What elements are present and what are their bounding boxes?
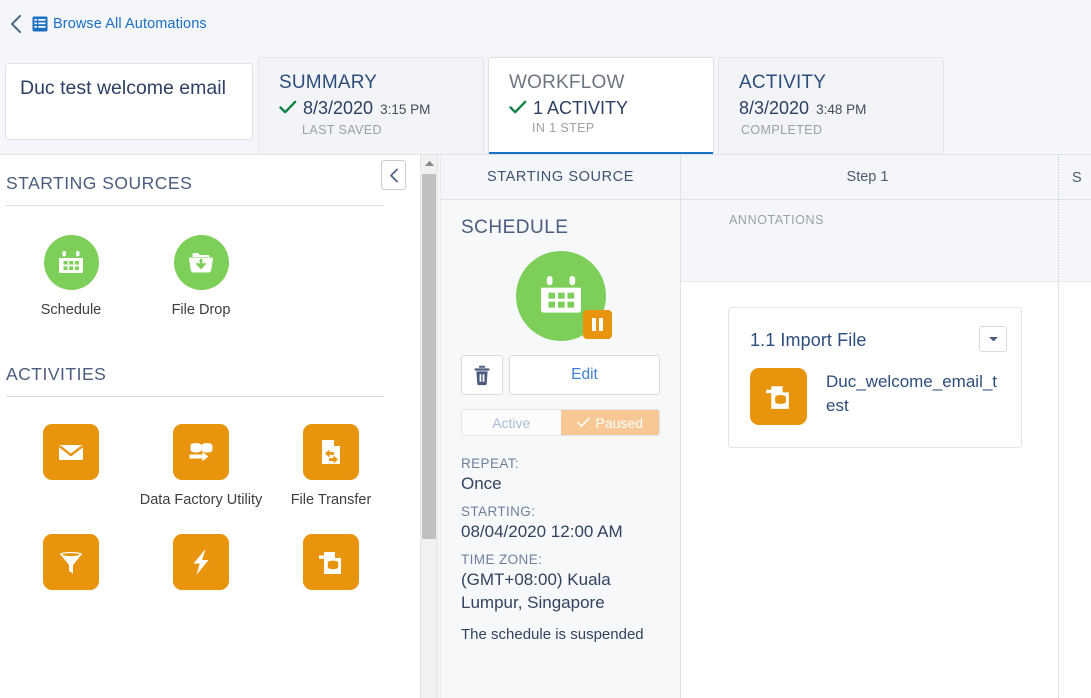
palette-tile-label: File Transfer	[290, 492, 372, 508]
lightning-icon	[173, 534, 229, 590]
tab-workflow-count: 1 ACTIVITY	[533, 98, 629, 118]
schedule-heading: SCHEDULE	[461, 217, 569, 238]
status-toggle-active[interactable]: Active	[462, 410, 561, 435]
breadcrumb: Browse All Automations	[0, 0, 1091, 47]
activity-card-name: Duc_welcome_email_test	[826, 372, 998, 415]
collapse-panel-button[interactable]	[381, 160, 406, 190]
time-zone-label: TIME ZONE:	[461, 552, 543, 567]
schedule-status-toggle: Active Paused	[461, 409, 660, 436]
schedule-actions: Edit	[461, 355, 660, 395]
activities-grid-row-1: Data Factory Utility File Transfer	[0, 424, 420, 510]
repeat-value: Once	[461, 474, 502, 493]
delete-schedule-button[interactable]	[461, 355, 503, 395]
file-drop-icon	[173, 235, 229, 290]
data-factory-icon	[173, 424, 229, 480]
caret-up-icon[interactable]	[421, 155, 437, 172]
starting-sources-header: STARTING SOURCES	[0, 155, 420, 206]
file-transfer-icon	[303, 424, 359, 480]
starting-source-panel: STARTING SOURCE SCHEDULE Edit Active Pau…	[440, 155, 681, 698]
tab-summary-subtitle: LAST SAVED	[302, 123, 382, 137]
starting-sources-grid: Schedule File Drop	[0, 235, 420, 320]
annotations-label: ANNOTATIONS	[729, 213, 825, 227]
browse-all-automations-link[interactable]: Browse All Automations	[53, 16, 207, 32]
step-2-header: S	[1072, 170, 1082, 186]
divider	[6, 396, 384, 397]
trash-icon	[474, 365, 490, 385]
chevron-down-icon	[988, 337, 998, 342]
palette-tile-filter[interactable]	[6, 534, 136, 601]
tab-activity[interactable]: ACTIVITY 8/3/2020 3:48 PM COMPLETED	[718, 57, 944, 154]
starting-value: 08/04/2020 12:00 AM	[461, 522, 623, 541]
back-chevron-icon[interactable]	[6, 13, 24, 35]
calendar-icon	[515, 251, 612, 341]
activity-card-title: 1.1 Import File	[750, 330, 867, 350]
activity-card-menu-button[interactable]	[979, 326, 1007, 352]
schedule-suspended-note: The schedule is suspended	[461, 626, 644, 643]
tab-activity-time: 3:48 PM	[816, 102, 867, 117]
filter-icon	[43, 534, 99, 590]
repeat-label: REPEAT:	[461, 456, 520, 471]
starting-sources-heading: STARTING SOURCES	[6, 173, 193, 193]
tab-workflow-subtitle: IN 1 STEP	[532, 121, 595, 135]
palette-tile-schedule[interactable]: Schedule	[6, 235, 136, 320]
starting-label: STARTING:	[461, 504, 536, 519]
tab-activity-title: ACTIVITY	[739, 72, 827, 93]
step-column-divider	[1058, 155, 1059, 698]
automation-name-input[interactable]: Duc test welcome email	[5, 63, 253, 140]
tab-workflow-title: WORKFLOW	[509, 72, 625, 93]
activities-header: ACTIVITIES	[0, 320, 420, 397]
tab-summary-title: SUMMARY	[279, 72, 378, 93]
palette-tile-file-transfer[interactable]: File Transfer	[266, 424, 396, 510]
palette-tile-file-drop[interactable]: File Drop	[136, 235, 266, 320]
calendar-icon	[43, 235, 99, 290]
scrollbar-thumb[interactable]	[422, 174, 436, 539]
palette-tile-label: File Drop	[171, 302, 231, 318]
pause-icon	[582, 310, 612, 339]
palette-tile-data-factory-utility[interactable]: Data Factory Utility	[136, 424, 266, 510]
envelope-icon	[43, 424, 99, 480]
palette-tile-import-file[interactable]	[266, 534, 396, 601]
tab-workflow[interactable]: WORKFLOW 1 ACTIVITY IN 1 STEP	[488, 57, 714, 155]
import-file-icon	[303, 534, 359, 590]
edit-schedule-button[interactable]: Edit	[509, 355, 660, 395]
schedule-icon-wrapper	[461, 251, 660, 341]
palette-tile-email[interactable]	[6, 424, 136, 510]
tab-summary-date: 8/3/2020	[303, 98, 374, 118]
tab-summary[interactable]: SUMMARY 8/3/2020 3:15 PM LAST SAVED	[258, 57, 484, 154]
palette-tile-label: Schedule	[40, 302, 102, 318]
list-table-icon	[32, 16, 48, 32]
schedule-detail-body: SCHEDULE Edit Active Paused REPEAT: Once…	[441, 200, 680, 646]
activities-heading: ACTIVITIES	[6, 364, 107, 384]
workflow-activity-card[interactable]: 1.1 Import File Duc_welcome_email_test	[728, 307, 1022, 448]
palette-scrollbar[interactable]	[420, 155, 438, 698]
annotations-row[interactable]: ANNOTATIONS	[681, 200, 1091, 282]
tab-strip: Duc test welcome email SUMMARY 8/3/2020 …	[0, 47, 1091, 155]
starting-source-header: STARTING SOURCE	[441, 155, 680, 200]
check-icon	[509, 100, 527, 115]
tab-activity-subtitle: COMPLETED	[741, 123, 823, 137]
step-header-row: Step 1	[681, 155, 1091, 200]
palette-tile-label: Data Factory Utility	[139, 492, 263, 508]
status-toggle-paused[interactable]: Paused	[560, 410, 659, 435]
time-zone-value: (GMT+08:00) Kuala Lumpur, Singapore	[461, 570, 611, 612]
activities-grid-row-2	[0, 534, 420, 601]
step-1-header: Step 1	[846, 168, 889, 185]
palette-tile-fire-event[interactable]	[136, 534, 266, 601]
check-icon	[576, 417, 590, 428]
workflow-canvas: Step 1 ANNOTATIONS 1.1 Import File Duc_w…	[681, 155, 1091, 698]
tab-activity-date: 8/3/2020	[739, 98, 810, 118]
divider	[6, 205, 384, 206]
tab-summary-time: 3:15 PM	[380, 102, 431, 117]
chevron-left-icon	[389, 168, 398, 182]
palette-panel: STARTING SOURCES Schedule File Drop ACTI…	[0, 155, 420, 698]
check-icon	[279, 100, 297, 115]
import-file-icon	[750, 368, 807, 425]
status-toggle-paused-label: Paused	[595, 414, 643, 431]
